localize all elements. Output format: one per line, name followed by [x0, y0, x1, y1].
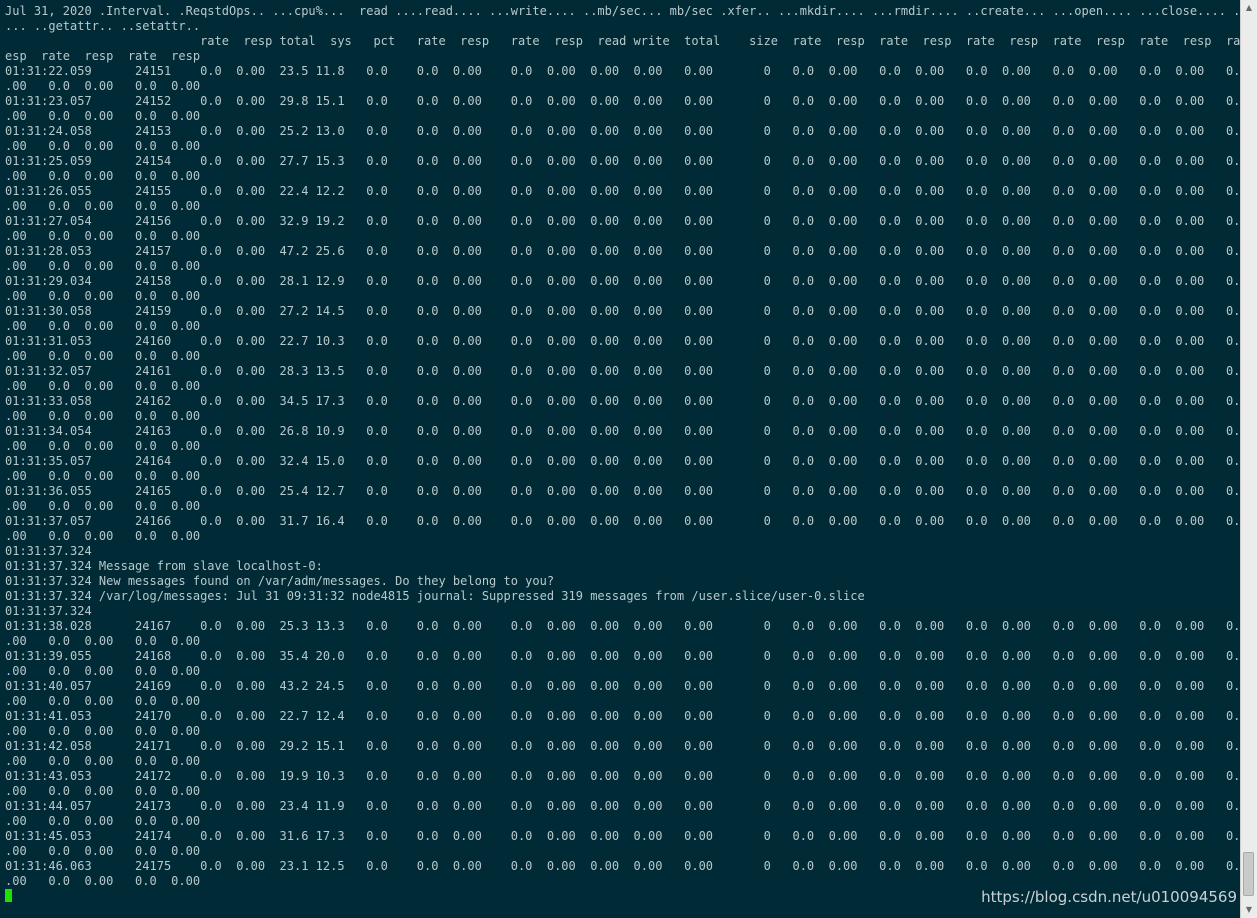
terminal-line: 01:31:32.057 24161 0.0 0.00 28.3 13.5 0.… — [5, 364, 1240, 378]
terminal-line: 01:31:33.058 24162 0.0 0.00 34.5 17.3 0.… — [5, 394, 1240, 408]
terminal-line: 01:31:44.057 24173 0.0 0.00 23.4 11.9 0.… — [5, 799, 1240, 813]
terminal-line: .00 0.0 0.00 0.0 0.00 — [5, 469, 201, 483]
terminal-line: 01:31:40.057 24169 0.0 0.00 43.2 24.5 0.… — [5, 679, 1240, 693]
terminal-line: .00 0.0 0.00 0.0 0.00 — [5, 139, 201, 153]
terminal-line: Jul 31, 2020 .Interval. .ReqstdOps.. ...… — [5, 4, 1240, 18]
terminal-line: .00 0.0 0.00 0.0 0.00 — [5, 349, 201, 363]
terminal-line: 01:31:26.055 24155 0.0 0.00 22.4 12.2 0.… — [5, 184, 1240, 198]
terminal-line: .00 0.0 0.00 0.0 0.00 — [5, 259, 201, 273]
terminal-line: 01:31:37.324 /var/log/messages: Jul 31 0… — [5, 589, 865, 603]
terminal-line: 01:31:37.324 Message from slave localhos… — [5, 559, 323, 573]
watermark-url: https://blog.csdn.net/u010094569 — [981, 888, 1237, 906]
terminal-line: .00 0.0 0.00 0.0 0.00 — [5, 754, 201, 768]
terminal-line: .00 0.0 0.00 0.0 0.00 — [5, 664, 201, 678]
terminal-window[interactable]: Jul 31, 2020 .Interval. .ReqstdOps.. ...… — [0, 0, 1240, 918]
terminal-line: .00 0.0 0.00 0.0 0.00 — [5, 814, 201, 828]
terminal-line: 01:31:37.324 — [5, 604, 92, 618]
terminal-line: 01:31:27.054 24156 0.0 0.00 32.9 19.2 0.… — [5, 214, 1240, 228]
terminal-line: 01:31:37.057 24166 0.0 0.00 31.7 16.4 0.… — [5, 514, 1240, 528]
terminal-line: 01:31:38.028 24167 0.0 0.00 25.3 13.3 0.… — [5, 619, 1240, 633]
terminal-line: rate resp total sys pct rate resp rate r… — [5, 34, 1240, 48]
terminal-line: 01:31:46.063 24175 0.0 0.00 23.1 12.5 0.… — [5, 859, 1240, 873]
terminal-line: 01:31:31.053 24160 0.0 0.00 22.7 10.3 0.… — [5, 334, 1240, 348]
terminal-line: .00 0.0 0.00 0.0 0.00 — [5, 499, 201, 513]
terminal-line: 01:31:22.059 24151 0.0 0.00 23.5 11.8 0.… — [5, 64, 1240, 78]
terminal-line: 01:31:23.057 24152 0.0 0.00 29.8 15.1 0.… — [5, 94, 1240, 108]
terminal-line: .00 0.0 0.00 0.0 0.00 — [5, 409, 201, 423]
terminal-line: 01:31:35.057 24164 0.0 0.00 32.4 15.0 0.… — [5, 454, 1240, 468]
terminal-line: 01:31:25.059 24154 0.0 0.00 27.7 15.3 0.… — [5, 154, 1240, 168]
terminal-line: .00 0.0 0.00 0.0 0.00 — [5, 289, 201, 303]
terminal-output: Jul 31, 2020 .Interval. .ReqstdOps.. ...… — [5, 4, 1240, 889]
terminal-line: .00 0.0 0.00 0.0 0.00 — [5, 79, 201, 93]
terminal-line: .00 0.0 0.00 0.0 0.00 — [5, 109, 201, 123]
terminal-line: 01:31:45.053 24174 0.0 0.00 31.6 17.3 0.… — [5, 829, 1240, 843]
terminal-line: 01:31:34.054 24163 0.0 0.00 26.8 10.9 0.… — [5, 424, 1240, 438]
terminal-line: ... ..getattr.. ..setattr.. — [5, 19, 201, 33]
terminal-line: 01:31:43.053 24172 0.0 0.00 19.9 10.3 0.… — [5, 769, 1240, 783]
terminal-line: .00 0.0 0.00 0.0 0.00 — [5, 319, 201, 333]
scroll-down-arrow-icon[interactable]: ▼ — [1241, 902, 1257, 918]
terminal-line: 01:31:36.055 24165 0.0 0.00 25.4 12.7 0.… — [5, 484, 1240, 498]
terminal-line: .00 0.0 0.00 0.0 0.00 — [5, 634, 201, 648]
terminal-line: 01:31:28.053 24157 0.0 0.00 47.2 25.6 0.… — [5, 244, 1240, 258]
terminal-line: .00 0.0 0.00 0.0 0.00 — [5, 844, 201, 858]
scrollbar-thumb[interactable] — [1243, 852, 1254, 896]
terminal-line: esp rate resp rate resp — [5, 49, 201, 63]
terminal-line: 01:31:41.053 24170 0.0 0.00 22.7 12.4 0.… — [5, 709, 1240, 723]
terminal-line: .00 0.0 0.00 0.0 0.00 — [5, 694, 201, 708]
terminal-line: 01:31:24.058 24153 0.0 0.00 25.2 13.0 0.… — [5, 124, 1240, 138]
terminal-line: .00 0.0 0.00 0.0 0.00 — [5, 874, 201, 888]
terminal-line: .00 0.0 0.00 0.0 0.00 — [5, 529, 201, 543]
terminal-line: 01:31:42.058 24171 0.0 0.00 29.2 15.1 0.… — [5, 739, 1240, 753]
terminal-line: .00 0.0 0.00 0.0 0.00 — [5, 229, 201, 243]
terminal-line: 01:31:37.324 New messages found on /var/… — [5, 574, 555, 588]
terminal-line: .00 0.0 0.00 0.0 0.00 — [5, 379, 201, 393]
terminal-line: 01:31:39.055 24168 0.0 0.00 35.4 20.0 0.… — [5, 649, 1240, 663]
terminal-line: .00 0.0 0.00 0.0 0.00 — [5, 169, 201, 183]
terminal-line: 01:31:37.324 — [5, 544, 92, 558]
terminal-line: 01:31:29.034 24158 0.0 0.00 28.1 12.9 0.… — [5, 274, 1240, 288]
vertical-scrollbar[interactable]: ▲ ▼ — [1240, 0, 1257, 918]
terminal-line: 01:31:30.058 24159 0.0 0.00 27.2 14.5 0.… — [5, 304, 1240, 318]
terminal-cursor — [5, 889, 12, 902]
terminal-line: .00 0.0 0.00 0.0 0.00 — [5, 724, 201, 738]
terminal-line: .00 0.0 0.00 0.0 0.00 — [5, 784, 201, 798]
terminal-line: .00 0.0 0.00 0.0 0.00 — [5, 199, 201, 213]
terminal-line: .00 0.0 0.00 0.0 0.00 — [5, 439, 201, 453]
scroll-up-arrow-icon[interactable]: ▲ — [1241, 0, 1257, 16]
